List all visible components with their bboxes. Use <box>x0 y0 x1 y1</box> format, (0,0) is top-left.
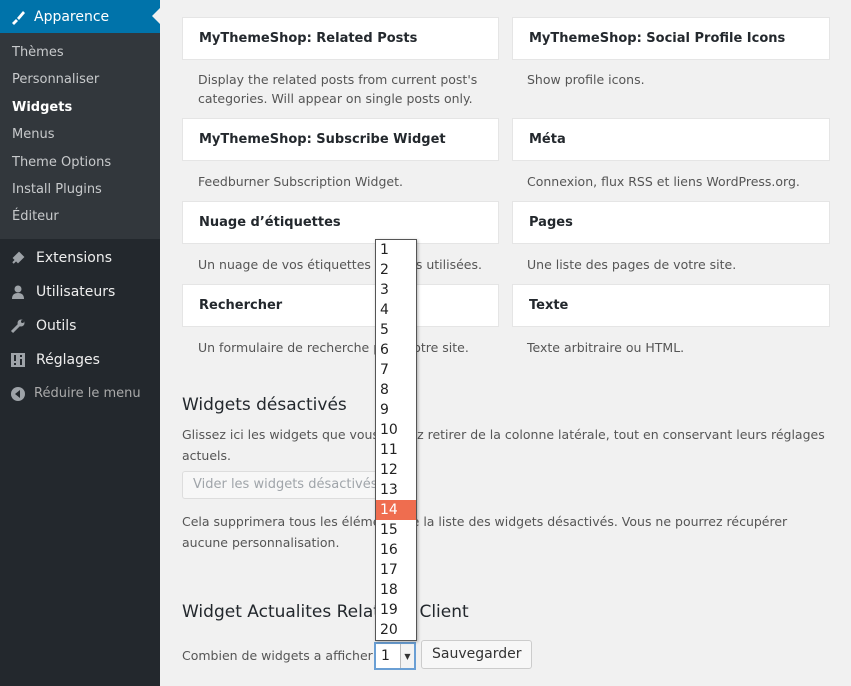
widget-meta-desc: Connexion, flux RSS et liens WordPress.o… <box>527 174 800 189</box>
menu-item-appearance[interactable]: Apparence <box>0 0 160 33</box>
menu-item-settings-label: Réglages <box>36 351 100 368</box>
dropdown-arrow-icon: ▼ <box>400 644 414 668</box>
dropdown-option[interactable]: 11 <box>376 440 416 460</box>
dropdown-option[interactable]: 6 <box>376 340 416 360</box>
submenu-item-theme-options[interactable]: Theme Options <box>0 149 160 176</box>
clear-inactive-note: Cela supprimera tous les éléments de la … <box>182 514 788 550</box>
widget-subscribe[interactable]: MyThemeShop: Subscribe Widget <box>182 118 499 161</box>
dropdown-option[interactable]: 10 <box>376 420 416 440</box>
submenu-item-menus[interactable]: Menus <box>0 121 160 148</box>
dropdown-option[interactable]: 12 <box>376 460 416 480</box>
widget-meta[interactable]: Méta <box>512 118 830 161</box>
widget-text[interactable]: Texte <box>512 284 830 327</box>
dropdown-option[interactable]: 19 <box>376 600 416 620</box>
dropdown-option[interactable]: 1 <box>376 240 416 260</box>
widget-tag-cloud[interactable]: Nuage d’étiquettes <box>182 201 499 244</box>
submenu-item-themes[interactable]: Thèmes <box>0 39 160 66</box>
dropdown-option[interactable]: 20 <box>376 620 416 640</box>
paintbrush-icon <box>12 10 25 25</box>
dropdown-option[interactable]: 15 <box>376 520 416 540</box>
menu-item-users-label: Utilisateurs <box>36 283 116 300</box>
menu-item-appearance-label: Apparence <box>34 8 110 25</box>
collapse-arrow-icon <box>11 386 25 401</box>
menu-item-users[interactable]: Utilisateurs <box>0 275 160 309</box>
submenu-item-customize[interactable]: Personnaliser <box>0 66 160 93</box>
dropdown-option[interactable]: 2 <box>376 260 416 280</box>
menu-item-extensions-label: Extensions <box>36 249 113 266</box>
widget-subscribe-desc: Feedburner Subscription Widget. <box>198 174 403 189</box>
widget-count-select[interactable]: 1 ▼ <box>374 642 416 670</box>
dropdown-option[interactable]: 9 <box>376 400 416 420</box>
wrench-icon <box>10 319 25 333</box>
widget-count-dropdown-list: 1 2 3 4 5 6 7 8 9 10 11 12 13 14 15 16 1… <box>375 239 417 641</box>
widget-social-profile-icons[interactable]: MyThemeShop: Social Profile Icons <box>512 17 830 60</box>
widget-search[interactable]: Rechercher <box>182 284 499 327</box>
collapse-menu-label: Réduire le menu <box>34 386 141 402</box>
dropdown-option[interactable]: 18 <box>376 580 416 600</box>
widget-pages[interactable]: Pages <box>512 201 830 244</box>
admin-sidebar: Apparence Thèmes Personnaliser Widgets M… <box>0 0 160 686</box>
dropdown-option[interactable]: 16 <box>376 540 416 560</box>
inactive-widgets-title: Widgets désactivés <box>182 395 347 415</box>
widget-related-posts-desc: Display the related posts from current p… <box>198 72 478 106</box>
widget-count-selected-value: 1 <box>381 648 390 664</box>
related-widget-title: Widget Actualites Relatives Client <box>182 602 469 622</box>
submenu-item-install-plugins[interactable]: Install Plugins <box>0 176 160 203</box>
submenu-item-widgets[interactable]: Widgets <box>0 94 160 121</box>
submenu-item-editor[interactable]: Éditeur <box>0 203 160 230</box>
dropdown-option[interactable]: 13 <box>376 480 416 500</box>
clear-inactive-widgets-button[interactable]: Vider les widgets désactivés <box>182 471 389 499</box>
inactive-widgets-desc: Glissez ici les widgets que vous voulez … <box>182 427 825 463</box>
save-button[interactable]: Sauvegarder <box>421 640 533 669</box>
dropdown-option[interactable]: 3 <box>376 280 416 300</box>
menu-item-tools-label: Outils <box>36 317 77 334</box>
widget-pages-desc: Une liste des pages de votre site. <box>527 257 737 272</box>
settings-icon <box>11 352 25 367</box>
collapse-menu-button[interactable]: Réduire le menu <box>0 377 160 411</box>
menu-item-tools[interactable]: Outils <box>0 309 160 343</box>
widget-tag-cloud-desc: Un nuage de vos étiquettes les plus util… <box>198 257 482 272</box>
dropdown-option[interactable]: 8 <box>376 380 416 400</box>
widget-count-label: Combien de widgets a afficher ? <box>182 648 384 663</box>
menu-item-settings[interactable]: Réglages <box>0 343 160 377</box>
widget-search-desc: Un formulaire de recherche pour votre si… <box>198 340 469 355</box>
appearance-submenu: Thèmes Personnaliser Widgets Menus Theme… <box>0 33 160 239</box>
dropdown-option-highlighted[interactable]: 14 <box>376 500 416 520</box>
widget-text-desc: Texte arbitraire ou HTML. <box>527 340 685 355</box>
dropdown-option[interactable]: 17 <box>376 560 416 580</box>
dropdown-option[interactable]: 4 <box>376 300 416 320</box>
widget-social-profile-icons-desc: Show profile icons. <box>527 72 645 87</box>
plugin-icon <box>12 251 25 264</box>
menu-item-extensions[interactable]: Extensions <box>0 241 160 275</box>
users-icon <box>12 285 24 299</box>
widget-related-posts[interactable]: MyThemeShop: Related Posts <box>182 17 499 60</box>
dropdown-option[interactable]: 5 <box>376 320 416 340</box>
dropdown-option[interactable]: 7 <box>376 360 416 380</box>
